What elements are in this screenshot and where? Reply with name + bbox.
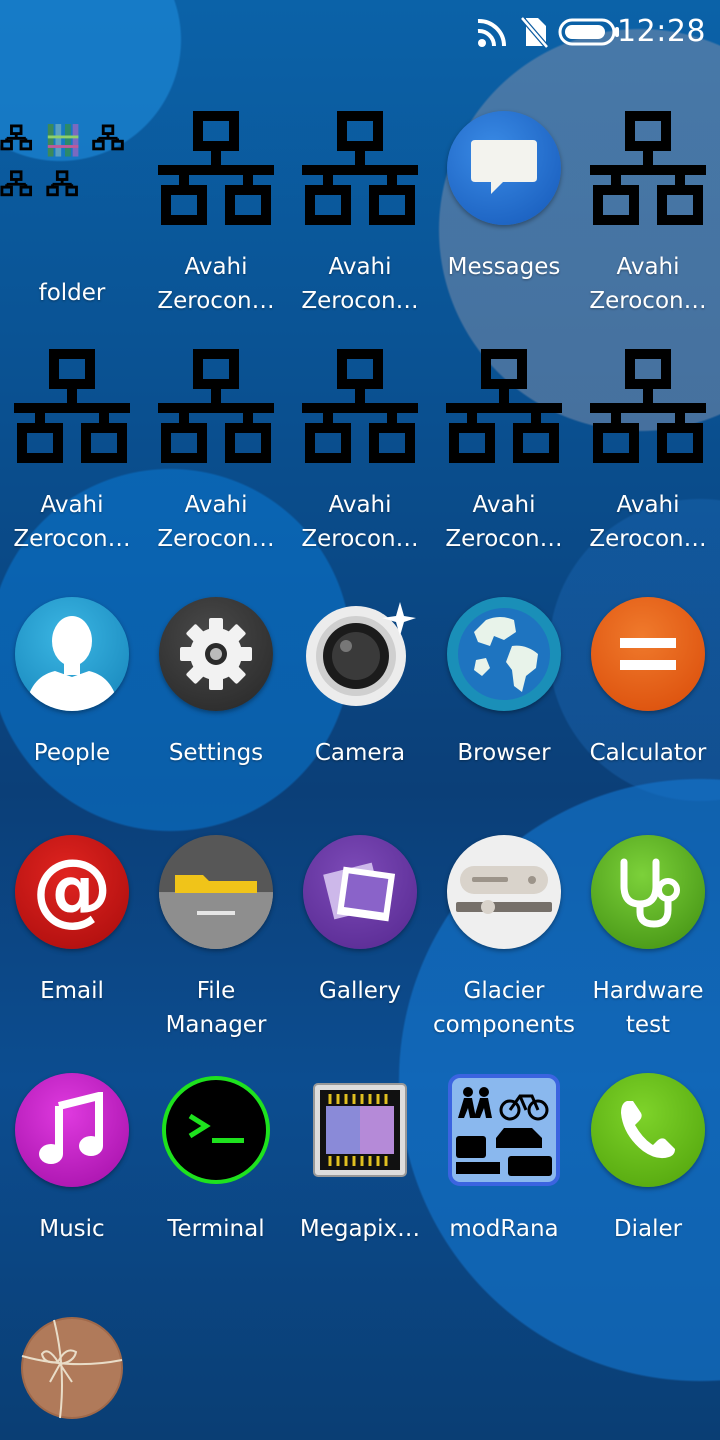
app-label: Avahi Zerocon… [589,492,707,552]
folder-icon [0,110,130,226]
globe-icon [446,596,562,712]
battery-icon [558,18,620,50]
network-icon [590,110,706,226]
app-label: Avahi Zerocon… [445,492,563,552]
stethoscope-icon [590,834,706,950]
terminal-icon [158,1072,274,1188]
network-icon [158,348,274,464]
app-label: Messages [447,254,561,280]
network-icon [158,110,274,226]
app-label: Calculator [589,740,707,766]
app-label: Settings [168,740,264,766]
no-sim-icon [520,16,549,52]
app-label: modRana [449,1216,559,1242]
modrana-icon [446,1072,562,1188]
network-icon [302,110,418,226]
app-label: Music [39,1216,105,1242]
camera-icon [302,596,418,712]
app-label: Browser [457,740,551,766]
app-label: Avahi Zerocon… [157,492,275,552]
app-label: Avahi Zerocon… [157,254,275,314]
app-label: Gallery [319,978,401,1004]
app-label: Camera [314,740,406,766]
clock: 12:28 [617,14,706,49]
glacier-components-icon [446,834,562,950]
file-manager-icon [158,834,274,950]
app-label: Avahi Zerocon… [13,492,131,552]
people-icon [14,596,130,712]
calculator-icon [590,596,706,712]
app-label: People [33,740,111,766]
package-icon [14,1310,130,1426]
network-icon [590,348,706,464]
music-note-icon [14,1072,130,1188]
settings-gear-icon [158,596,274,712]
app-label: Dialer [613,1216,683,1242]
app-label: Megapix… [299,1216,421,1242]
status-bar: 12:28 [0,0,720,64]
network-icon [14,348,130,464]
app-label: folder [38,280,106,306]
app-label: Terminal [167,1216,265,1242]
messages-icon [446,110,562,226]
email-at-icon: @ [14,834,130,950]
app-label: Hardware test [592,978,704,1038]
app-label: Avahi Zerocon… [301,254,419,314]
network-icon [446,348,562,464]
gallery-icon [302,834,418,950]
app-label: Glacier components [432,978,576,1038]
app-label: Email [40,978,104,1004]
app-label: Avahi Zerocon… [301,492,419,552]
phone-icon [590,1072,706,1188]
app-label: Avahi Zerocon… [589,254,707,314]
network-icon [302,348,418,464]
megapixels-icon [302,1072,418,1188]
wifi-signal-icon [476,16,510,52]
app-label: File Manager [165,978,267,1038]
